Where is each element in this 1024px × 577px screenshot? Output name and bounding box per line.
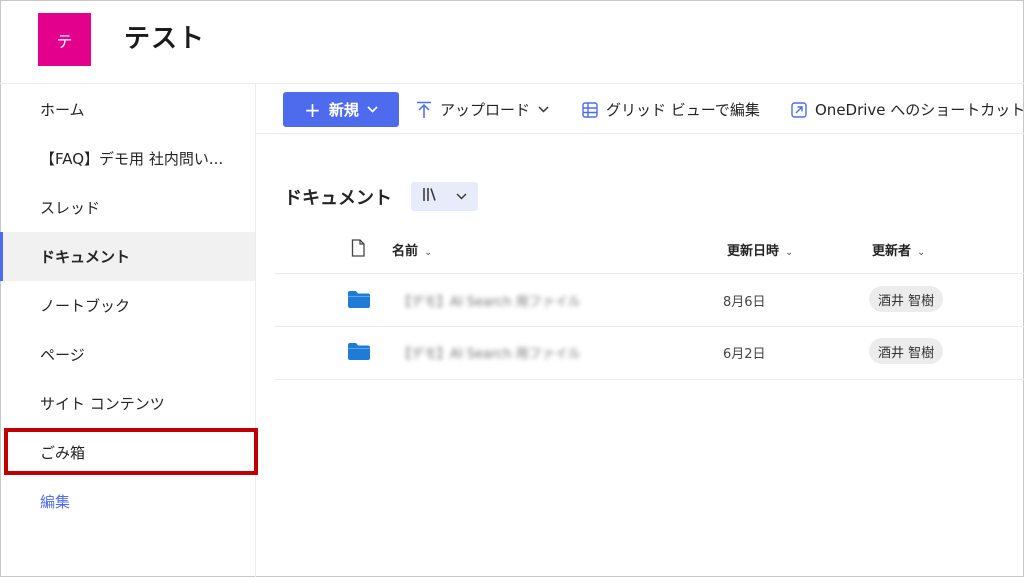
plus-icon: +: [304, 97, 321, 122]
left-navigation: ホーム 【FAQ】デモ用 社内問い... スレッド ドキュメント ノートブック …: [0, 84, 256, 577]
column-header-modified-label: 更新日時: [727, 244, 780, 259]
file-name[interactable]: 【デモ】AI Search 用ファイル: [398, 343, 581, 362]
recycle-bin-highlight-box: [4, 428, 258, 475]
column-header-modified-by-label: 更新者: [872, 244, 912, 259]
nav-item-threads[interactable]: スレッド: [0, 183, 255, 232]
modified-by-persona[interactable]: 酒井 智樹: [869, 286, 944, 312]
onedrive-shortcut-button[interactable]: OneDrive へのショートカット: [791, 92, 1024, 127]
column-header-name-label: 名前: [392, 244, 419, 259]
site-header: テ テスト: [0, 0, 1024, 84]
chevron-down-icon: [367, 103, 378, 116]
chevron-down-icon: ⌄: [785, 247, 794, 258]
nav-item-site-contents[interactable]: サイト コンテンツ: [0, 379, 255, 428]
chevron-down-icon: [538, 103, 549, 116]
new-button-label: 新規: [328, 101, 359, 119]
nav-item-faq[interactable]: 【FAQ】デモ用 社内問い...: [0, 134, 255, 183]
column-header-name[interactable]: 名前 ⌄: [392, 240, 432, 259]
chevron-down-icon: [456, 190, 467, 203]
modified-date: 8月6日: [723, 295, 766, 310]
nav-item-home[interactable]: ホーム: [0, 85, 255, 134]
upload-label: アップロード: [440, 101, 531, 119]
library-view-icon: [422, 187, 440, 206]
nav-item-notebook[interactable]: ノートブック: [0, 281, 255, 330]
site-title[interactable]: テスト: [124, 18, 205, 55]
table-row[interactable]: 【デモ】AI Search 用ファイル 6月2日 酒井 智樹: [274, 327, 1024, 379]
onedrive-shortcut-label: OneDrive へのショートカット: [815, 101, 1024, 119]
row-divider: [274, 379, 1024, 380]
upload-icon: [416, 101, 432, 119]
new-button[interactable]: + 新規: [283, 92, 399, 127]
site-logo[interactable]: テ: [38, 13, 91, 66]
shortcut-arrow-icon: [791, 101, 807, 118]
folder-icon: [348, 343, 370, 364]
view-switcher-button[interactable]: [411, 182, 478, 211]
nav-edit-link[interactable]: 編集: [0, 477, 255, 526]
grid-view-edit-button[interactable]: グリッド ビューで編集: [582, 92, 760, 127]
library-title: ドキュメント: [284, 188, 392, 209]
grid-icon: [582, 101, 598, 118]
table-row[interactable]: 【デモ】AI Search 用ファイル 8月6日 酒井 智樹: [274, 274, 1024, 326]
nav-item-documents[interactable]: ドキュメント: [0, 232, 255, 281]
command-bar: + 新規 アップロード グリッド ビューで編集 OneDrive へのショートカ…: [256, 84, 1024, 134]
modified-by-persona[interactable]: 酒井 智樹: [869, 338, 944, 364]
column-header-modified-by[interactable]: 更新者 ⌄: [872, 240, 925, 259]
chevron-down-icon: ⌄: [917, 247, 926, 258]
site-logo-letter: テ: [56, 31, 73, 51]
grid-view-label: グリッド ビューで編集: [606, 101, 760, 119]
chevron-down-icon: ⌄: [424, 247, 433, 258]
nav-item-pages[interactable]: ページ: [0, 330, 255, 379]
file-type-header-icon[interactable]: [351, 239, 365, 261]
column-header-modified[interactable]: 更新日時 ⌄: [727, 240, 793, 259]
modified-date: 6月2日: [723, 347, 766, 362]
upload-button[interactable]: アップロード: [416, 92, 549, 127]
file-name[interactable]: 【デモ】AI Search 用ファイル: [398, 291, 581, 310]
folder-icon: [348, 291, 370, 312]
